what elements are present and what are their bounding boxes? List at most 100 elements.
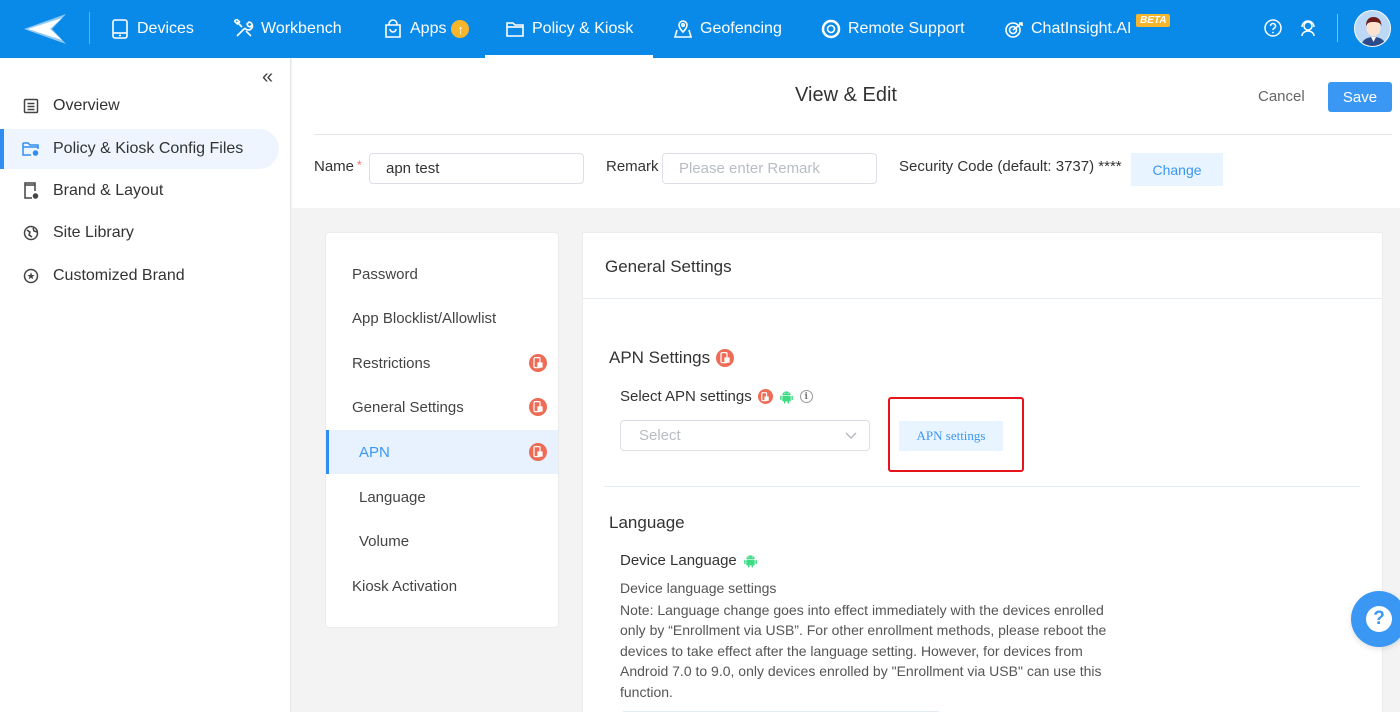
lifebuoy-icon — [821, 19, 841, 39]
beta-badge: BETA — [1136, 14, 1171, 27]
paper-plane-logo[interactable] — [22, 12, 70, 46]
nav-chatinsight-label: ChatInsight.AI — [1031, 20, 1132, 37]
info-icon[interactable]: i — [799, 390, 813, 403]
general-settings-panel: General Settings APN Settings Select APN… — [582, 232, 1383, 712]
document-icon — [22, 97, 40, 115]
user-avatar[interactable] — [1354, 10, 1391, 47]
remark-input[interactable] — [662, 153, 877, 184]
nav-workbench-label: Workbench — [261, 20, 342, 37]
menu-item-restrictions[interactable]: Restrictions — [326, 341, 558, 385]
apn-section-title: APN Settings — [609, 348, 735, 368]
nav-remote-support[interactable]: Remote Support — [821, 0, 965, 58]
select-apn-label-text: Select APN settings — [620, 388, 752, 405]
nav-devices[interactable]: Devices — [110, 0, 194, 58]
device-language-label-text: Device Language — [620, 552, 737, 569]
tools-icon — [234, 19, 254, 39]
nav-devices-label: Devices — [137, 20, 194, 37]
sidebar-item-site-library[interactable]: Site Library — [0, 213, 279, 253]
cancel-button[interactable]: Cancel — [1258, 88, 1305, 105]
target-icon — [1004, 19, 1024, 39]
question-icon: ? — [1366, 606, 1392, 632]
star-circle-icon — [22, 267, 40, 285]
language-section-title: Language — [609, 513, 685, 532]
apn-select-dropdown[interactable]: Select — [620, 420, 870, 451]
name-label: Name * — [314, 158, 362, 175]
nav-policy-kiosk[interactable]: Policy & Kiosk — [485, 0, 653, 58]
security-code-label: Security Code (default: 3737) **** — [899, 158, 1122, 175]
edit-header: View & Edit Cancel Save Name* Remark Sec… — [292, 58, 1400, 208]
menu-item-password[interactable]: Password — [326, 252, 558, 296]
top-navigation-bar: Devices Workbench Apps ↑ Policy & Kiosk … — [0, 0, 1400, 58]
save-button[interactable]: Save — [1328, 82, 1392, 112]
menu-item-label: Volume — [359, 532, 410, 550]
apn-select-placeholder: Select — [639, 427, 681, 444]
folder-icon — [505, 19, 525, 39]
nav-chatinsight[interactable]: ChatInsight.AI — [1004, 0, 1132, 58]
sidebar-item-label: Customized Brand — [53, 267, 185, 284]
nav-geofencing-label: Geofencing — [700, 20, 782, 37]
android-icon — [743, 555, 757, 568]
menu-item-general-settings[interactable]: General Settings — [326, 385, 558, 429]
device-lock-icon — [757, 389, 773, 404]
update-badge-icon: ↑ — [451, 20, 470, 38]
menu-item-label: App Blocklist/Allowlist — [352, 309, 497, 327]
nav-apps[interactable]: Apps ↑ — [383, 0, 470, 58]
menu-item-label: Password — [352, 265, 418, 283]
shopping-bag-icon — [383, 19, 403, 39]
device-lock-icon — [529, 398, 547, 416]
nav-workbench[interactable]: Workbench — [234, 0, 342, 58]
required-asterisk: * — [357, 158, 362, 172]
menu-item-label: General Settings — [352, 398, 464, 416]
nav-policy-kiosk-label: Policy & Kiosk — [532, 20, 634, 37]
sidebar-item-brand-layout[interactable]: Brand & Layout — [0, 171, 279, 211]
header-divider — [314, 134, 1392, 135]
question-circle-icon[interactable] — [1263, 18, 1283, 38]
headset-icon[interactable] — [1298, 18, 1318, 38]
settings-menu: Password App Blocklist/Allowlist Restric… — [325, 232, 559, 628]
device-language-label: Device Language — [620, 552, 758, 569]
map-pin-icon — [673, 19, 693, 39]
menu-item-label: Language — [359, 488, 426, 506]
phone-gear-icon — [22, 182, 40, 200]
section-divider — [604, 486, 1360, 487]
device-language-note: Note: Language change goes into effect i… — [620, 602, 1107, 700]
remark-label: Remark — [606, 158, 659, 175]
menu-item-kiosk-activation[interactable]: Kiosk Activation — [326, 564, 558, 608]
nav-geofencing[interactable]: Geofencing — [673, 0, 782, 58]
sidebar-item-policy-kiosk-config-files[interactable]: Policy & Kiosk Config Files — [0, 129, 279, 169]
help-floating-button[interactable]: ? — [1351, 591, 1400, 647]
sidebar-item-overview[interactable]: Overview — [0, 86, 279, 126]
device-lock-icon — [529, 443, 547, 461]
page-title: View & Edit — [795, 84, 897, 106]
apn-settings-button[interactable]: APN settings — [899, 421, 1003, 451]
select-apn-label: Select APN settings i — [620, 388, 813, 405]
device-language-description: Device language settings — [620, 580, 777, 596]
menu-item-language[interactable]: Language — [326, 475, 558, 519]
menu-item-label: Restrictions — [352, 354, 431, 372]
sidebar-item-label: Site Library — [53, 224, 134, 241]
menu-item-label: APN — [359, 443, 390, 461]
sidebar-item-label: Brand & Layout — [53, 182, 164, 199]
chevron-down-icon — [845, 432, 857, 439]
panel-title: General Settings — [605, 257, 732, 276]
menu-item-volume[interactable]: Volume — [326, 519, 558, 563]
menu-item-label: Kiosk Activation — [352, 577, 458, 595]
globe-icon — [22, 224, 40, 242]
change-security-code-button[interactable]: Change — [1131, 153, 1223, 186]
menu-item-app-blocklist-allowlist[interactable]: App Blocklist/Allowlist — [326, 296, 558, 340]
device-lock-icon — [529, 354, 547, 372]
collapse-sidebar-icon[interactable]: « — [262, 66, 273, 89]
nav-remote-support-label: Remote Support — [848, 20, 965, 37]
sidebar-item-label: Overview — [53, 97, 120, 114]
device-lock-icon — [716, 349, 735, 367]
topbar-divider — [1337, 14, 1338, 42]
tablet-icon — [110, 19, 130, 39]
sidebar-item-customized-brand[interactable]: Customized Brand — [0, 256, 279, 296]
name-label-text: Name — [314, 158, 355, 175]
sidebar: « Overview Policy & Kiosk Config Files B… — [0, 58, 291, 712]
menu-item-apn[interactable]: APN — [326, 430, 558, 474]
sidebar-item-label: Policy & Kiosk Config Files — [53, 140, 244, 157]
name-input[interactable] — [369, 153, 584, 184]
folder-gear-icon — [22, 140, 40, 158]
nav-apps-label: Apps — [410, 20, 447, 37]
